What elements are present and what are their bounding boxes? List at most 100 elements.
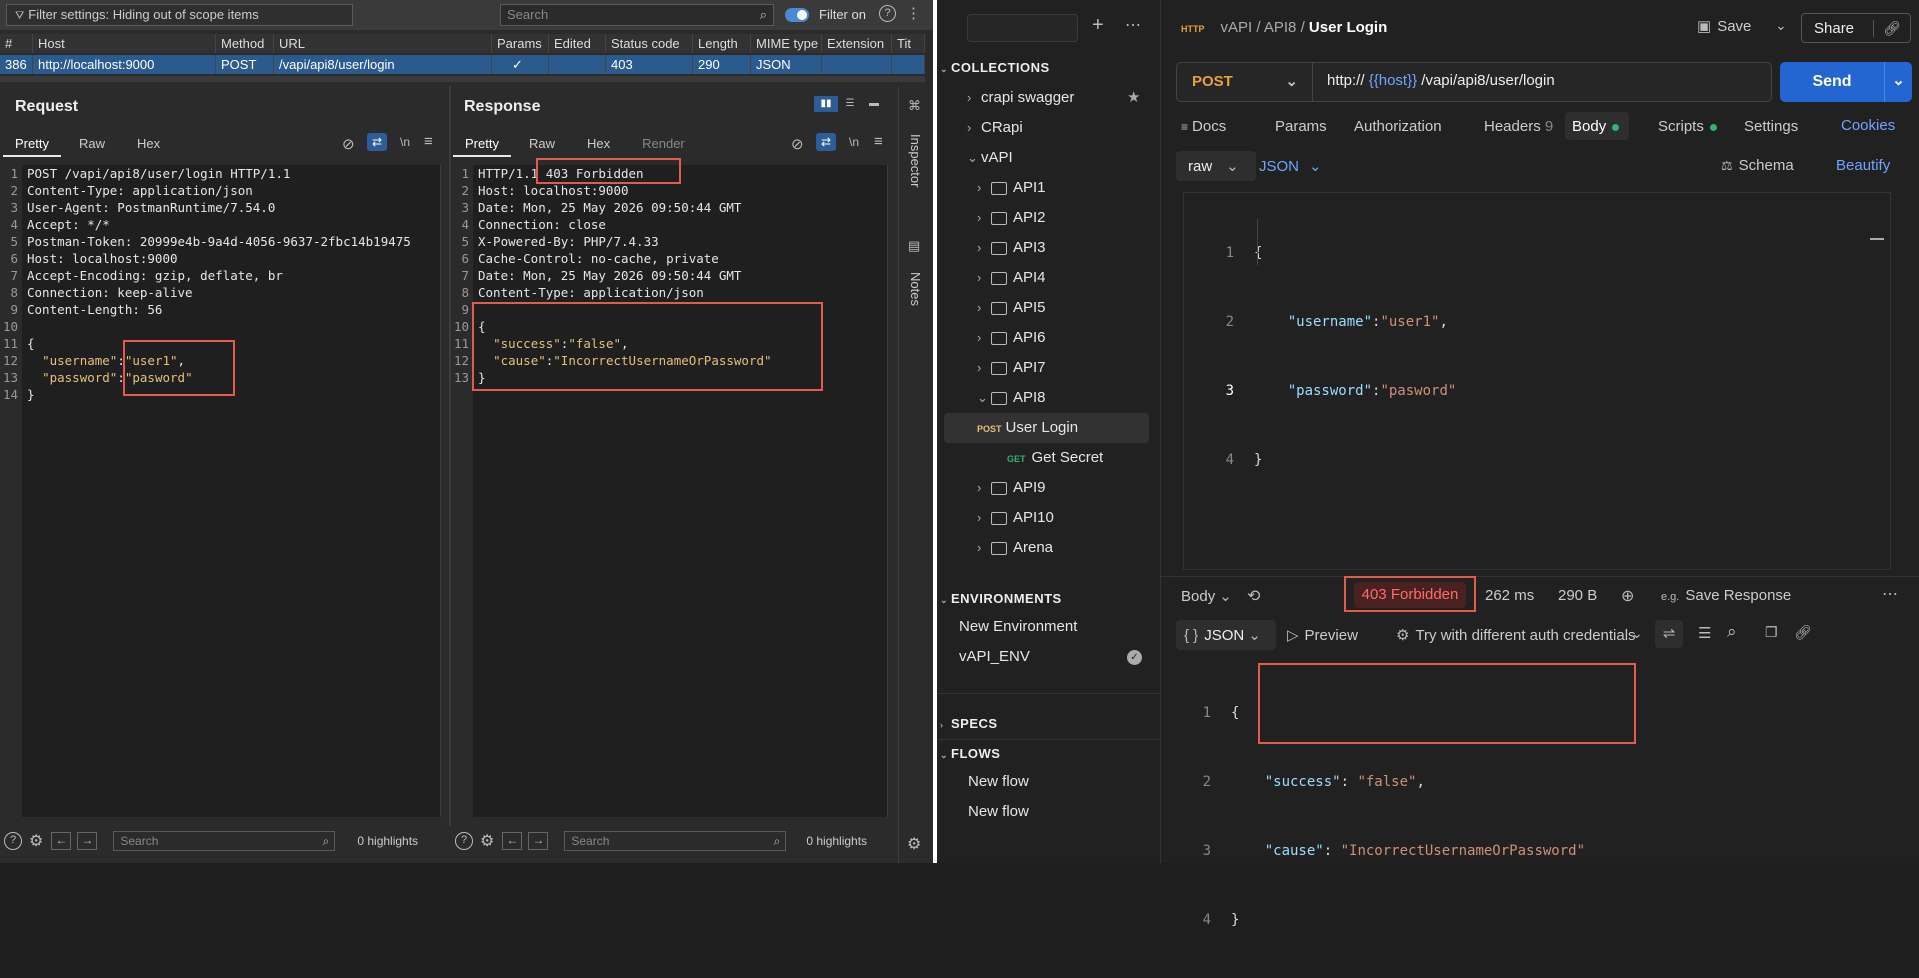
col-title[interactable]: Tit bbox=[892, 34, 925, 53]
newline-icon[interactable]: \n bbox=[400, 135, 410, 149]
more-icon[interactable]: ⋮ bbox=[906, 4, 921, 22]
wrap-icon[interactable]: ⇌ bbox=[1655, 620, 1683, 648]
col-status[interactable]: Status code bbox=[606, 34, 693, 53]
beautify-button[interactable]: Beautify bbox=[1836, 157, 1890, 174]
more-icon[interactable]: ⋯ bbox=[1882, 584, 1898, 604]
help-icon[interactable]: ? bbox=[4, 832, 22, 850]
globe-icon[interactable]: ⊕ bbox=[1621, 586, 1634, 606]
send-button[interactable]: Send ⌄ bbox=[1780, 62, 1912, 102]
folder-api6[interactable]: › API6 bbox=[937, 323, 1160, 353]
history-scrollbar[interactable] bbox=[0, 76, 925, 82]
folder-arena[interactable]: › Arena bbox=[937, 533, 1160, 563]
response-body-select[interactable]: Body ⌄ bbox=[1181, 587, 1232, 605]
body-lang-select[interactable]: JSON ⌄ bbox=[1259, 157, 1322, 175]
save-response-button[interactable]: e.g. Save Response bbox=[1661, 587, 1791, 604]
response-search-input[interactable]: Search ⌕ bbox=[564, 831, 787, 851]
link-icon[interactable]: 🔗︎ bbox=[1794, 624, 1812, 641]
sidebar-search[interactable] bbox=[967, 14, 1078, 42]
request-user-login[interactable]: POST User Login bbox=[944, 413, 1149, 443]
history-search-input[interactable]: Search ⌕ bbox=[500, 4, 774, 26]
cookies-link[interactable]: Cookies bbox=[1841, 117, 1895, 134]
folder-api3[interactable]: › API3 bbox=[937, 233, 1160, 263]
settings-icon[interactable]: ⚙ bbox=[907, 834, 921, 854]
url-input[interactable]: http:// {{host}} /vapi/api8/user/login bbox=[1327, 72, 1555, 89]
settings-icon[interactable]: ⚙ bbox=[29, 831, 43, 851]
wrap-icon[interactable]: ⇄ bbox=[816, 133, 836, 151]
notes-icon[interactable]: ▤ bbox=[908, 238, 920, 254]
save-button[interactable]: ▣ Save bbox=[1697, 17, 1751, 35]
folder-api5[interactable]: › API5 bbox=[937, 293, 1160, 323]
col-url[interactable]: URL bbox=[274, 34, 492, 53]
tab-params[interactable]: Params bbox=[1275, 118, 1327, 135]
response-editor[interactable]: 1 2 3 4 5 6 7 8 9 10 11 12 13 HTTP/1.1 403 Forbidden… bbox=[451, 165, 887, 817]
history-row[interactable]: 386 http://localhost:9000 POST /vapi/api… bbox=[0, 55, 925, 74]
method-select[interactable]: POST ⌄ bbox=[1177, 63, 1313, 101]
tab-settings[interactable]: Settings bbox=[1744, 118, 1798, 135]
col-params[interactable]: Params bbox=[492, 34, 549, 53]
col-number[interactable]: # bbox=[0, 34, 33, 53]
folder-api1[interactable]: › API1 bbox=[937, 173, 1160, 203]
collection-vapi[interactable]: ⌄ vAPI bbox=[937, 143, 1160, 173]
menu-icon[interactable]: ≡ bbox=[424, 133, 433, 150]
response-format-select[interactable]: { } JSON ⌄ bbox=[1176, 620, 1276, 650]
request-scrollbar[interactable] bbox=[440, 165, 448, 817]
forward-icon[interactable]: → bbox=[77, 832, 98, 850]
hide-icon[interactable]: ⊘ bbox=[791, 135, 804, 153]
forward-icon[interactable]: → bbox=[528, 832, 549, 850]
schema-button[interactable]: ⚖ Schema bbox=[1721, 157, 1794, 174]
tab-hex[interactable]: Hex bbox=[117, 131, 172, 157]
folder-api7[interactable]: › API7 bbox=[937, 353, 1160, 383]
inspector-icon[interactable]: ⌘ bbox=[908, 98, 921, 114]
preview-button[interactable]: ▷ Preview bbox=[1287, 626, 1358, 644]
specs-label[interactable]: › SPECS bbox=[937, 716, 998, 731]
help-icon[interactable]: ? bbox=[455, 832, 473, 850]
filter-icon[interactable]: ☰ bbox=[1698, 624, 1711, 642]
copy-icon[interactable]: ❐ bbox=[1765, 624, 1778, 641]
col-mime[interactable]: MIME type bbox=[751, 34, 822, 53]
collection-crapi[interactable]: › CRapi bbox=[937, 113, 1160, 143]
breadcrumb-api8[interactable]: API8 bbox=[1264, 19, 1297, 36]
notes-tab[interactable]: Notes bbox=[908, 272, 923, 306]
send-dropdown-icon[interactable]: ⌄ bbox=[1884, 62, 1912, 102]
folder-api10[interactable]: › API10 bbox=[937, 503, 1160, 533]
folder-api4[interactable]: › API4 bbox=[937, 263, 1160, 293]
flows-label[interactable]: ⌄ FLOWS bbox=[937, 746, 1000, 761]
hide-icon[interactable]: ⊘ bbox=[342, 135, 355, 153]
flow-item[interactable]: New flow bbox=[937, 797, 1160, 827]
more-icon[interactable]: ⋯ bbox=[1125, 15, 1141, 35]
col-length[interactable]: Length bbox=[693, 34, 751, 53]
request-get-secret[interactable]: GET Get Secret bbox=[937, 443, 1160, 473]
menu-icon[interactable]: ≡ bbox=[874, 133, 883, 150]
history-icon[interactable]: ⟲ bbox=[1247, 586, 1260, 606]
environments-label[interactable]: ⌄ ENVIRONMENTS bbox=[937, 591, 1062, 606]
tab-docs[interactable]: ≡ Docs bbox=[1181, 118, 1226, 135]
tab-raw[interactable]: Raw bbox=[511, 131, 567, 157]
folder-api8[interactable]: ⌄ API8 bbox=[937, 383, 1160, 413]
add-icon[interactable]: + bbox=[1092, 14, 1104, 37]
env-vapi-env[interactable]: vAPI_ENV ✓ bbox=[937, 642, 1160, 672]
link-icon[interactable]: 🔗︎ bbox=[1874, 20, 1910, 37]
tab-raw[interactable]: Raw bbox=[61, 131, 117, 157]
back-icon[interactable]: ← bbox=[51, 832, 72, 850]
tab-render[interactable]: Render bbox=[622, 131, 697, 157]
layout-single-icon[interactable]: ▬ bbox=[862, 96, 886, 112]
collection-crapi-swagger[interactable]: › crapi swagger ★ bbox=[937, 83, 1160, 113]
chevron-down-icon[interactable]: ⌄ bbox=[1631, 625, 1643, 642]
col-method[interactable]: Method bbox=[216, 34, 274, 53]
tab-hex[interactable]: Hex bbox=[567, 131, 622, 157]
share-button[interactable]: Share 🔗︎ bbox=[1801, 13, 1911, 43]
newline-icon[interactable]: \n bbox=[849, 135, 859, 149]
tab-pretty[interactable]: Pretty bbox=[3, 131, 61, 157]
request-editor[interactable]: 1 2 3 4 5 6 7 8 9 10 11 12 13 14 POST /vapi/api8/user… bbox=[0, 165, 440, 817]
request-search-input[interactable]: Search ⌕ bbox=[113, 831, 336, 851]
response-scrollbar[interactable] bbox=[887, 165, 895, 817]
tab-body[interactable]: Body bbox=[1565, 112, 1630, 140]
star-icon[interactable]: ★ bbox=[1127, 83, 1140, 113]
tab-authorization[interactable]: Authorization bbox=[1354, 118, 1442, 135]
inspector-tab[interactable]: Inspector bbox=[908, 134, 923, 187]
col-edited[interactable]: Edited bbox=[549, 34, 606, 53]
filter-settings[interactable]: ⛛ Filter settings: Hiding out of scope it… bbox=[6, 4, 353, 26]
collections-label[interactable]: ⌄ COLLECTIONS bbox=[937, 60, 1050, 75]
auth-credentials-button[interactable]: ⚙ Try with different auth credentials bbox=[1396, 626, 1636, 644]
search-icon[interactable]: ⌕ bbox=[1727, 622, 1737, 642]
